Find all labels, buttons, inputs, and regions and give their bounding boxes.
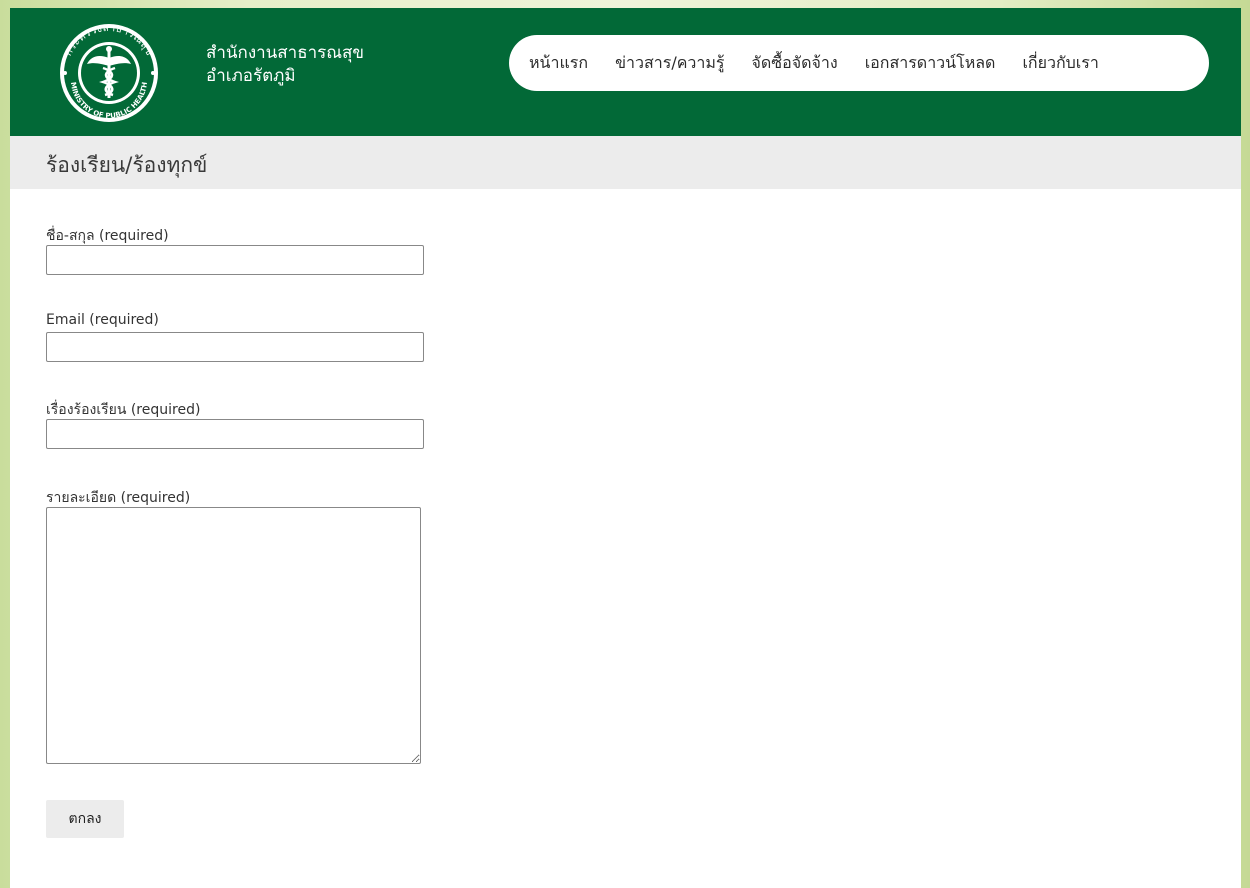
nav-item-downloads[interactable]: เอกสารดาวน์โหลด [865, 51, 996, 76]
page-frame: กระทรวงสาธารณสุข MINISTRY OF PUBLIC HEAL… [10, 8, 1241, 888]
subject-input[interactable] [46, 419, 424, 449]
email-label: Email (required) [46, 312, 159, 328]
site-title[interactable]: สำนักงานสาธารณสุข อำเภอรัตภูมิ [206, 42, 364, 88]
details-label: รายละเอียด (required) [46, 490, 191, 506]
site-header: กระทรวงสาธารณสุข MINISTRY OF PUBLIC HEAL… [10, 8, 1241, 136]
subject-label: เรื่องร้องเรียน (required) [46, 402, 201, 418]
site-title-line2: อำเภอรัตภูมิ [206, 66, 296, 86]
nav-item-procurement[interactable]: จัดซื้อจัดจ้าง [752, 51, 838, 76]
page-title: ร้องเรียน/ร้องทุกข์ [46, 153, 208, 177]
name-label: ชื่อ-สกุล (required) [46, 228, 169, 244]
email-input[interactable] [46, 332, 424, 362]
nav-item-about[interactable]: เกี่ยวกับเรา [1022, 51, 1098, 76]
nav-item-home[interactable]: หน้าแรก [529, 51, 588, 76]
site-title-line1: สำนักงานสาธารณสุข [206, 43, 365, 63]
details-textarea[interactable] [46, 507, 421, 764]
main-nav: หน้าแรก ข่าวสาร/ความรู้ จัดซื้อจัดจ้าง เ… [509, 35, 1209, 91]
ministry-logo-icon[interactable]: กระทรวงสาธารณสุข MINISTRY OF PUBLIC HEAL… [45, 22, 173, 124]
submit-button[interactable]: ตกลง [46, 800, 124, 838]
page-title-bar: ร้องเรียน/ร้องทุกข์ [10, 136, 1241, 189]
nav-item-news[interactable]: ข่าวสาร/ความรู้ [615, 51, 724, 76]
name-input[interactable] [46, 245, 424, 275]
